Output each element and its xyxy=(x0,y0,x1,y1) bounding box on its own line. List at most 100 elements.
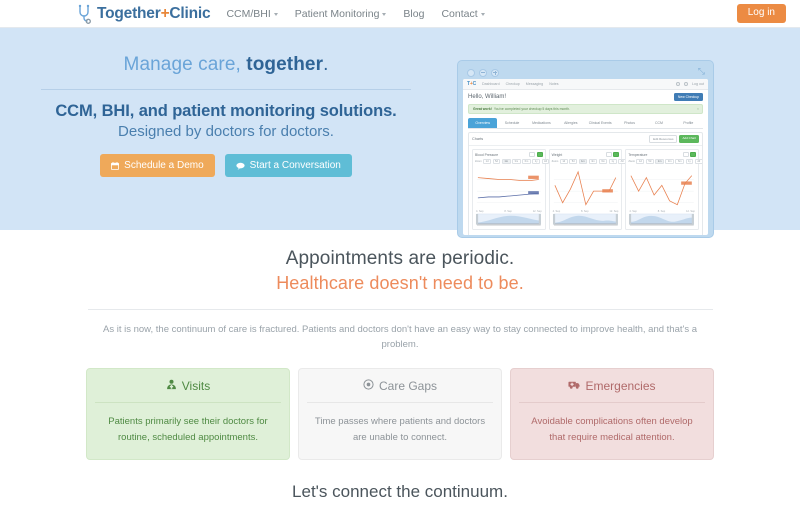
hero-section: Manage care, together. CCM, BHI, and pat… xyxy=(0,28,800,238)
zoom-chip-1m[interactable]: 1m xyxy=(655,159,664,164)
mid-section: Appointments are periodic. Healthcare do… xyxy=(0,230,800,502)
chart-zoom-controls: Zoom 1d 5d 1m 3m 6m 1y All xyxy=(475,159,550,164)
card-visits-body: Patients primarily see their doctors for… xyxy=(108,416,268,443)
nav-item-ccm-bhi[interactable]: CCM/BHI xyxy=(226,7,278,20)
zoom-chip-1m[interactable]: 1m xyxy=(578,159,588,164)
hero-copy: Manage care, together. CCM, BHI, and pat… xyxy=(0,28,452,177)
chart-header: Blood Pressure xyxy=(475,152,543,157)
start-conversation-button[interactable]: Start a Conversation xyxy=(224,154,352,177)
nav-item-contact-label: Contact xyxy=(441,7,478,20)
new-checkup-button[interactable]: New Checkup xyxy=(673,93,703,101)
zoom-chip-1d[interactable]: 1d xyxy=(483,159,492,164)
app-greeting-row: Hello, William! New Checkup xyxy=(463,90,708,104)
plus-icon[interactable] xyxy=(613,152,620,157)
zoom-chip-3m[interactable]: 3m xyxy=(512,159,521,164)
mid-headline: Appointments are periodic. xyxy=(285,248,515,269)
card-care-gaps-title: Care Gaps xyxy=(311,379,489,402)
zoom-chip-6m[interactable]: 6m xyxy=(522,159,531,164)
zoom-chip-1d[interactable]: 1d xyxy=(636,159,645,164)
plus-icon[interactable] xyxy=(690,152,697,157)
axis-start: 4. Sep xyxy=(552,210,561,214)
axis-mid: 8. Sep xyxy=(657,210,666,214)
zoom-chip-1y[interactable]: 1y xyxy=(608,159,617,164)
zoom-chip-1y[interactable]: 1y xyxy=(685,159,694,164)
app-tab-medications[interactable]: Medications xyxy=(527,118,556,128)
wrench-icon[interactable] xyxy=(605,152,612,157)
zoom-chip-all[interactable]: All xyxy=(694,159,702,164)
chart-range-selector-weight[interactable] xyxy=(552,213,620,227)
chevron-down-icon xyxy=(382,12,387,16)
card-emergencies: Emergencies Avoidable complications ofte… xyxy=(510,368,714,460)
expand-arrows-icon[interactable]: ⤡ xyxy=(698,67,705,76)
chart-header: Temperature xyxy=(628,152,697,157)
mockup-screen: T+C Dashboard Checkup Messaging Notes Lo… xyxy=(463,79,708,235)
circle-minus-icon[interactable] xyxy=(479,68,487,77)
chart-plot-weight xyxy=(553,170,618,206)
app-nav-messaging[interactable]: Messaging xyxy=(526,82,543,86)
login-button[interactable]: Log in xyxy=(736,4,786,23)
card-emergencies-body: Avoidable complications often develop th… xyxy=(531,416,693,443)
app-tab-allergies[interactable]: Allergies xyxy=(556,118,585,128)
zoom-label: Zoom xyxy=(628,160,635,163)
close-icon[interactable]: × xyxy=(697,107,699,111)
zoom-chip-6m[interactable]: 6m xyxy=(598,159,608,164)
axis-start: 4. Sep xyxy=(629,210,637,214)
zoom-chip-3m[interactable]: 3m xyxy=(588,159,598,164)
app-logout-link[interactable]: Log out xyxy=(692,82,704,86)
nav-item-blog-label: Blog xyxy=(403,7,425,20)
plus-icon[interactable] xyxy=(536,152,543,157)
zoom-chip-6m[interactable]: 6m xyxy=(675,159,685,164)
nav-item-contact[interactable]: Contact xyxy=(441,7,485,20)
chart-card-blood-pressure: Blood Pressure Zoom 1d 5d 1m 3m 6m 1y Al… xyxy=(472,149,550,230)
app-tabs: Overview Schedule Medications Allergies … xyxy=(468,118,703,129)
app-tab-ccm[interactable]: CCM xyxy=(644,118,673,128)
brand-logo[interactable]: Together+Clinic xyxy=(76,4,211,24)
edit-resources-button[interactable]: Edit Resources xyxy=(649,135,678,143)
chart-range-selector-blood-pressure[interactable] xyxy=(475,213,543,227)
schedule-demo-button[interactable]: Schedule a Demo xyxy=(100,154,215,177)
card-emergencies-label: Emergencies xyxy=(585,379,656,394)
app-tab-overview[interactable]: Overview xyxy=(468,118,498,128)
app-nav-notes[interactable]: Notes xyxy=(549,82,558,86)
add-chart-button[interactable]: Add Chart xyxy=(679,135,699,143)
bell-icon[interactable] xyxy=(684,82,688,86)
gear-icon[interactable] xyxy=(676,82,680,86)
zoom-chip-3m[interactable]: 3m xyxy=(665,159,674,164)
nav-item-patient-monitoring-label: Patient Monitoring xyxy=(294,7,380,20)
app-tab-profile[interactable]: Profile xyxy=(674,118,703,128)
chart-plot-temperature xyxy=(630,175,695,206)
zoom-chip-1y[interactable]: 1y xyxy=(532,159,540,164)
zoom-chip-1m[interactable]: 1m xyxy=(501,159,511,164)
app-tab-clinical-events[interactable]: Clinical Events xyxy=(586,118,615,128)
nav-item-blog[interactable]: Blog xyxy=(403,8,424,20)
wrench-icon[interactable] xyxy=(682,152,689,157)
app-screenshot-mockup: ⤡ T+C Dashboard Checkup Messaging Notes … xyxy=(457,60,714,238)
wrench-icon[interactable] xyxy=(529,152,536,157)
nav-item-patient-monitoring[interactable]: Patient Monitoring xyxy=(295,8,387,20)
mid-paragraph: As it is now, the continuum of care is f… xyxy=(102,324,698,350)
zoom-chip-5d[interactable]: 5d xyxy=(569,159,578,164)
app-tab-photos[interactable]: Photos xyxy=(615,118,644,128)
card-care-gaps-body: Time passes where patients and doctors a… xyxy=(314,416,486,443)
circle-plus-icon[interactable] xyxy=(491,68,499,77)
schedule-demo-label: Schedule a Demo xyxy=(124,160,204,171)
zoom-chip-1d[interactable]: 1d xyxy=(559,159,568,164)
chart-buttons xyxy=(529,152,543,157)
chart-range-selector-temperature[interactable] xyxy=(628,213,696,227)
card-visits: Visits Patients primarily see their doct… xyxy=(86,368,290,460)
axis-mid: 8. Sep xyxy=(504,210,512,214)
card-care-gaps: Care Gaps Time passes where patients and… xyxy=(298,368,502,460)
zoom-chip-5d[interactable]: 5d xyxy=(645,159,654,164)
hero-tagline-period: . xyxy=(323,54,329,75)
app-nav-checkup[interactable]: Checkup xyxy=(506,82,520,86)
axis-end: 12. Sep xyxy=(609,210,619,214)
nav-item-ccm-bhi-label: CCM/BHI xyxy=(226,7,271,20)
app-tab-schedule[interactable]: Schedule xyxy=(497,118,526,128)
circle-dot-icon[interactable] xyxy=(467,68,475,77)
axis-end: 12. Sep xyxy=(532,210,542,214)
app-nav-dashboard[interactable]: Dashboard xyxy=(482,82,500,86)
zoom-chip-5d[interactable]: 5d xyxy=(492,159,501,164)
app-nav-right-group: Log out xyxy=(676,82,704,86)
chart-title-weight: Weight xyxy=(551,152,563,157)
mockup-window-bar: ⤡ xyxy=(463,66,708,79)
